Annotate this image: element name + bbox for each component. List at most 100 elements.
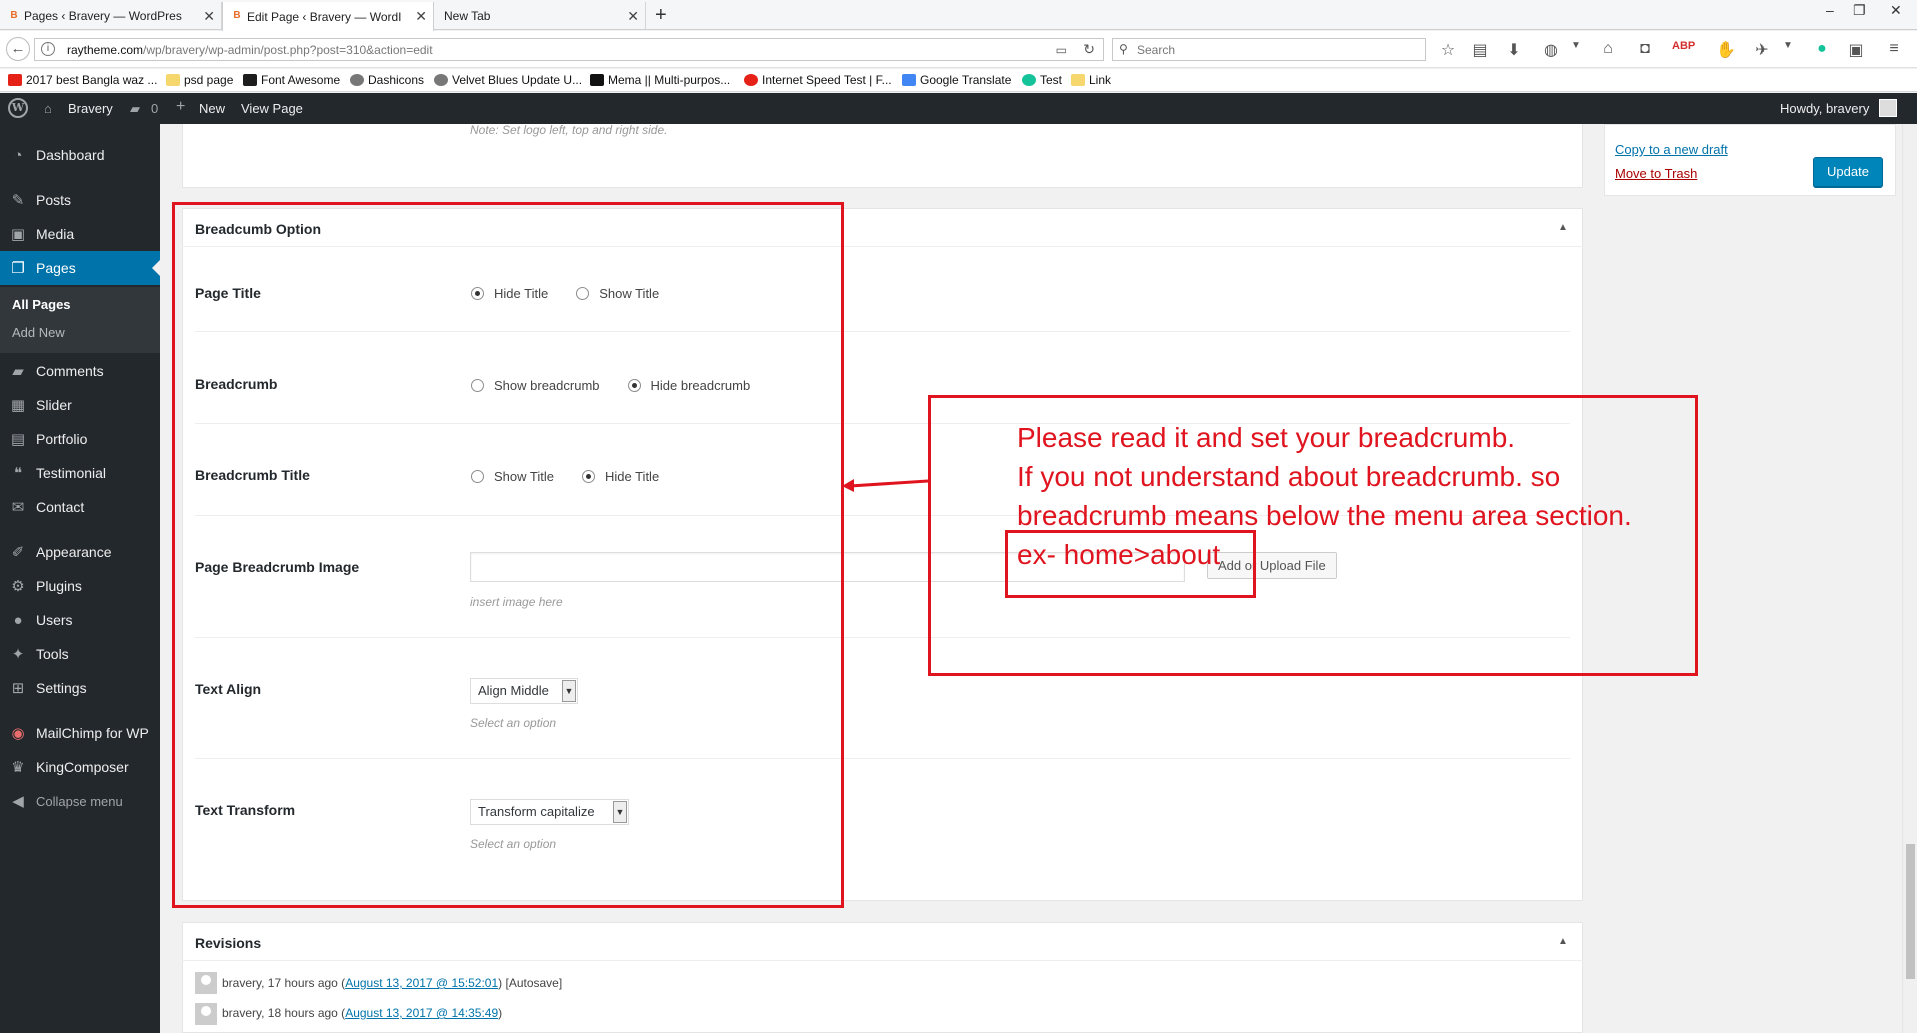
- hamburger-menu-icon[interactable]: ≡: [1884, 40, 1904, 58]
- collapse-toggle-icon[interactable]: ▲: [1558, 222, 1568, 233]
- view-page-link[interactable]: View Page: [241, 101, 303, 116]
- download-icon[interactable]: ⬇: [1504, 40, 1524, 60]
- grammarly-icon[interactable]: ●: [1812, 40, 1832, 58]
- sidebar-item-media[interactable]: ▣ Media: [0, 217, 160, 251]
- reader-view-icon[interactable]: ▭: [1056, 43, 1067, 57]
- close-tab-icon[interactable]: ✕: [415, 8, 427, 25]
- youtube-icon: [8, 74, 22, 86]
- new-tab-plus-icon[interactable]: +: [655, 4, 667, 27]
- browser-tab-bar: B Pages ‹ Bravery — WordPres ✕ B Edit Pa…: [0, 0, 1917, 31]
- sidebar-item-comments[interactable]: ▰ Comments: [0, 354, 160, 388]
- home-icon[interactable]: ⌂: [1598, 40, 1618, 58]
- sidebar-item-label: Dashboard: [36, 147, 105, 163]
- annotation-text: Please read it and set your breadcrumb. …: [1017, 418, 1707, 574]
- sidebar-item-kingcomposer[interactable]: ♛ KingComposer: [0, 750, 160, 784]
- close-window-icon[interactable]: ✕: [1890, 2, 1902, 19]
- sidebar-item-pages[interactable]: ❐ Pages: [0, 251, 160, 285]
- sidebar-item-dashboard[interactable]: ◔ Dashboard: [0, 138, 160, 172]
- pointer-icon[interactable]: ✋: [1716, 40, 1736, 60]
- revision-link[interactable]: August 13, 2017 @ 15:52:01: [345, 976, 498, 990]
- sidebar-item-label: Plugins: [36, 578, 82, 594]
- site-name-link[interactable]: Bravery: [68, 101, 113, 116]
- bookmark-item[interactable]: psd page: [166, 73, 233, 87]
- bookmark-item[interactable]: Internet Speed Test | F...: [744, 73, 892, 87]
- tab-edit-page[interactable]: B Edit Page ‹ Bravery — WordI ✕: [222, 2, 434, 31]
- sidebar-item-testimonial[interactable]: ❝ Testimonial: [0, 456, 160, 490]
- submenu-all-pages[interactable]: All Pages: [12, 297, 71, 312]
- sidebar-item-appearance[interactable]: ✐ Appearance: [0, 535, 160, 569]
- bravery-favicon-icon: B: [233, 10, 241, 21]
- info-icon[interactable]: i: [41, 42, 55, 56]
- globe-icon[interactable]: ◍: [1541, 40, 1561, 60]
- sidebar-item-label: Slider: [36, 397, 72, 413]
- page-scrollbar[interactable]: [1902, 124, 1917, 1033]
- bookmark-label: Test: [1040, 73, 1063, 87]
- extension-icon[interactable]: ✈: [1752, 40, 1772, 60]
- bookmark-item[interactable]: Mema || Multi-purpos...: [590, 73, 730, 87]
- collapse-menu-button[interactable]: ◀ Collapse menu: [0, 784, 160, 818]
- divider: [182, 960, 1583, 961]
- tab-new-tab[interactable]: New Tab ✕: [434, 2, 646, 30]
- collapse-toggle-icon[interactable]: ▲: [1558, 936, 1568, 947]
- tab-pages[interactable]: B Pages ‹ Bravery — WordPres ✕: [0, 2, 222, 30]
- reading-list-icon[interactable]: ▤: [1470, 40, 1490, 60]
- adblock-icon[interactable]: ABP: [1672, 40, 1695, 52]
- sidebar-item-slider[interactable]: ▦ Slider: [0, 388, 160, 422]
- wordpress-logo-icon[interactable]: W: [8, 98, 28, 118]
- pocket-icon[interactable]: ◘: [1635, 40, 1655, 58]
- howdy-user[interactable]: Howdy, bravery: [1780, 101, 1869, 116]
- sidebar-item-posts[interactable]: ✎ Posts: [0, 183, 160, 217]
- bravery-favicon-icon: B: [10, 10, 18, 21]
- restore-icon[interactable]: ❐: [1853, 2, 1866, 19]
- bookmark-item[interactable]: Test: [1022, 73, 1062, 87]
- comment-bubble-icon[interactable]: ▰: [130, 101, 140, 117]
- tab-label: Pages ‹ Bravery — WordPres: [24, 9, 182, 23]
- bookmark-item[interactable]: Google Translate: [902, 73, 1011, 87]
- home-icon: ⌂: [44, 101, 52, 116]
- back-arrow-icon[interactable]: ←: [6, 37, 30, 61]
- bookmark-item[interactable]: Font Awesome: [243, 73, 340, 87]
- bookmark-item[interactable]: Link: [1071, 73, 1111, 87]
- reload-icon[interactable]: ↻: [1083, 41, 1095, 58]
- bookmark-label: Font Awesome: [261, 73, 341, 87]
- minimize-icon[interactable]: –: [1826, 2, 1834, 18]
- bookmark-label: 2017 best Bangla waz ...: [26, 73, 158, 87]
- dev-tools-icon[interactable]: ▣: [1846, 40, 1866, 60]
- sidebar-item-label: Appearance: [36, 544, 112, 560]
- update-button[interactable]: Update: [1813, 157, 1883, 187]
- revision-link[interactable]: August 13, 2017 @ 14:35:49: [345, 1006, 498, 1020]
- bookmark-item[interactable]: Dashicons: [350, 73, 424, 87]
- bookmark-star-icon[interactable]: ☆: [1438, 40, 1458, 60]
- search-input[interactable]: [1137, 41, 1417, 58]
- crown-icon: ♛: [11, 759, 25, 776]
- mema-icon: [590, 74, 604, 86]
- sidebar-item-portfolio[interactable]: ▤ Portfolio: [0, 422, 160, 456]
- search-bar[interactable]: ⚲: [1112, 38, 1426, 61]
- bookmark-item[interactable]: Velvet Blues Update U...: [434, 73, 582, 87]
- sidebar-item-label: MailChimp for WP: [36, 725, 149, 741]
- revision-item: bravery, 17 hours ago (August 13, 2017 @…: [222, 976, 562, 990]
- sidebar-item-settings[interactable]: ⊞ Settings: [0, 671, 160, 705]
- browser-nav-bar: ← i raytheme.com/wp/bravery/wp-admin/pos…: [0, 31, 1917, 68]
- sidebar-item-mailchimp[interactable]: ◉ MailChimp for WP: [0, 716, 160, 750]
- chevron-down-icon[interactable]: ▼: [1566, 40, 1586, 51]
- sidebar-item-contact[interactable]: ✉ Contact: [0, 490, 160, 524]
- new-link[interactable]: New: [199, 101, 225, 116]
- admin-sidebar: ◔ Dashboard ✎ Posts ▣ Media ❐ Pages All Page…: [0, 124, 160, 1033]
- scroll-thumb[interactable]: [1906, 844, 1915, 979]
- sidebar-item-label: Users: [36, 612, 73, 628]
- sidebar-item-users[interactable]: ● Users: [0, 603, 160, 637]
- submenu-add-new[interactable]: Add New: [12, 325, 65, 340]
- move-to-trash-link[interactable]: Move to Trash: [1615, 166, 1697, 181]
- bookmark-item[interactable]: 2017 best Bangla waz ...: [8, 73, 157, 87]
- sidebar-item-tools[interactable]: ✦ Tools: [0, 637, 160, 671]
- avatar[interactable]: [1879, 99, 1897, 117]
- mail-icon: ✉: [11, 499, 25, 516]
- url-bar[interactable]: i raytheme.com/wp/bravery/wp-admin/post.…: [34, 38, 1104, 61]
- close-tab-icon[interactable]: ✕: [627, 8, 639, 25]
- chevron-down-icon[interactable]: ▼: [1778, 40, 1798, 51]
- copy-to-draft-link[interactable]: Copy to a new draft: [1615, 142, 1728, 157]
- sidebar-item-plugins[interactable]: ⚙ Plugins: [0, 569, 160, 603]
- sidebar-item-label: Portfolio: [36, 431, 88, 447]
- close-tab-icon[interactable]: ✕: [203, 8, 215, 25]
